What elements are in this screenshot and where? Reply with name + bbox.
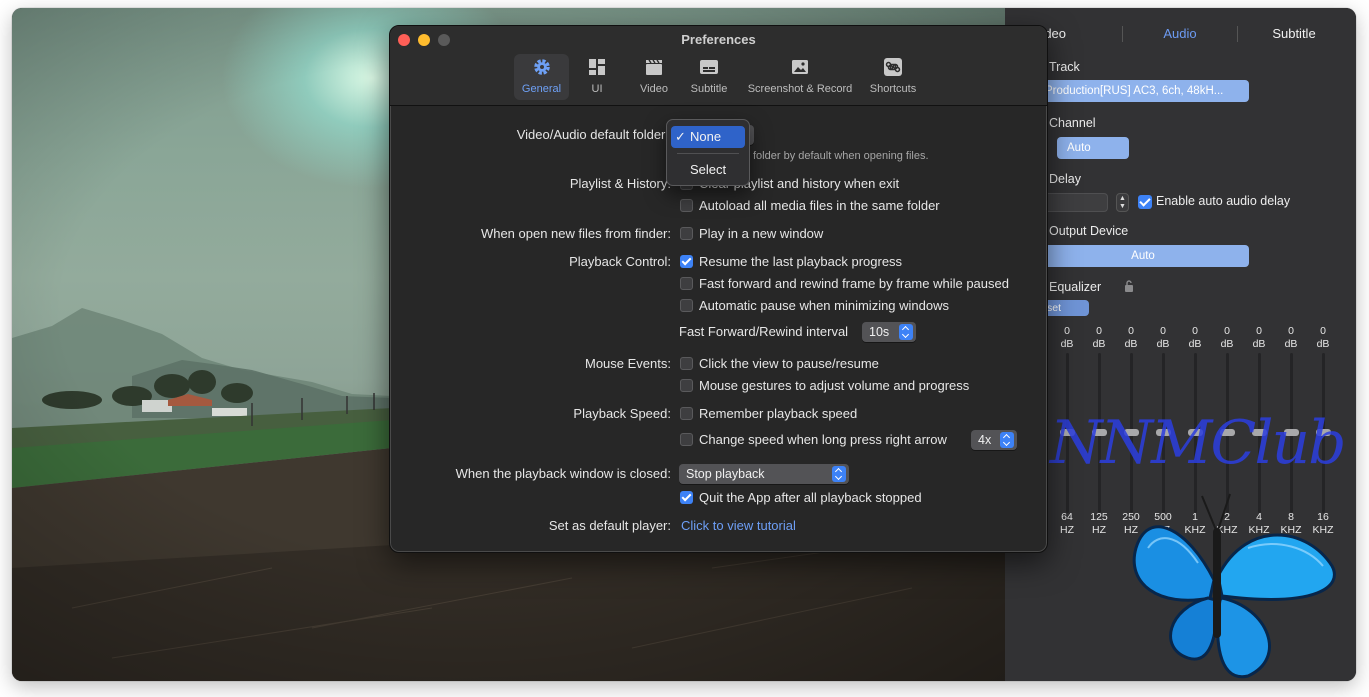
output-device-label: Output Device: [1049, 224, 1129, 238]
tab-shortcuts[interactable]: Shortcuts: [864, 54, 922, 100]
eq-gain-label: 0 dB: [1124, 325, 1138, 350]
remember-speed-checkbox[interactable]: [680, 407, 693, 420]
default-folder-hint: folder by default when opening files.: [753, 150, 929, 162]
auto-pause-checkbox[interactable]: [680, 299, 693, 312]
track-select[interactable]: Production[RUS] AC3, 6ch, 48kH...: [1037, 80, 1249, 102]
subtitle-icon: [700, 60, 718, 74]
eq-gain-label: 0 dB: [1284, 325, 1298, 350]
tab-ui[interactable]: UI: [582, 54, 612, 100]
tab-video[interactable]: Video: [634, 54, 674, 100]
eq-frequency-label: 125 HZ: [1090, 511, 1108, 536]
auto-pause-text: Automatic pause when minimizing windows: [699, 298, 950, 313]
tab-label: General: [521, 83, 562, 95]
autoload-checkbox[interactable]: [680, 199, 693, 212]
tab-label: Shortcuts: [869, 83, 917, 95]
speed-value: 4x: [978, 433, 992, 447]
mouse-gestures-checkbox[interactable]: [680, 379, 693, 392]
speed-select[interactable]: 4x: [971, 430, 1017, 450]
resume-text: Resume the last playback progress: [699, 254, 903, 269]
eq-frequency-label: 64 HZ: [1060, 511, 1074, 536]
new-window-checkbox[interactable]: [680, 227, 693, 240]
tab-subtitle[interactable]: Subtitle: [1238, 22, 1350, 46]
eq-gain-label: 0 dB: [1188, 325, 1202, 350]
window-closed-label: When the playback window is closed:: [455, 466, 671, 481]
tab-subtitle[interactable]: Subtitle: [686, 54, 732, 100]
delay-input[interactable]: [1041, 193, 1108, 212]
tab-general[interactable]: General: [514, 54, 569, 100]
ff-interval-label: Fast Forward/Rewind interval: [679, 324, 849, 339]
window-title: Preferences: [681, 32, 756, 47]
quit-app-text: Quit the App after all playback stopped: [699, 490, 922, 505]
mouse-gestures-text: Mouse gestures to adjust volume and prog…: [699, 378, 970, 393]
delay-label: Delay: [1049, 172, 1081, 186]
tab-label: Subtitle: [690, 83, 728, 95]
ff-interval-select[interactable]: 10s: [862, 322, 916, 342]
command-icon: [884, 58, 902, 76]
mouse-events-label: Mouse Events:: [585, 356, 671, 371]
chevron-updown-icon: [899, 324, 913, 340]
channel-label: Channel: [1049, 116, 1096, 130]
menu-item-label: None: [690, 129, 722, 144]
menu-separator: [677, 153, 739, 154]
playlist-history-label: Playlist & History:: [569, 176, 671, 191]
ff-interval-value: 10s: [869, 325, 890, 339]
frame-step-text: Fast forward and rewind frame by frame w…: [699, 276, 1009, 291]
layout-icon: [589, 59, 605, 75]
checkmark-icon: ✓: [675, 129, 686, 144]
preferences-window: Preferences General UI Video Subtitle Sc…: [389, 25, 1048, 553]
prefs-titlebar: Preferences General UI Video Subtitle Sc…: [390, 26, 1047, 106]
default-folder-menu: ✓ None Select: [666, 119, 750, 186]
menu-item-label: Select: [690, 162, 727, 177]
panel-tabs: Video Audio Subtitle: [1005, 22, 1356, 46]
chevron-updown-icon: [1000, 432, 1014, 448]
remember-speed-text: Remember playback speed: [699, 406, 858, 421]
watermark-text: NNMClub: [1050, 408, 1347, 478]
click-pause-checkbox[interactable]: [680, 357, 693, 370]
tab-screenshot-record[interactable]: Screenshot & Record: [742, 54, 858, 100]
long-press-speed-checkbox[interactable]: [680, 433, 693, 446]
eq-gain-label: 0 dB: [1316, 325, 1330, 350]
default-folder-label: Video/Audio default folder:: [516, 127, 669, 142]
output-device-select[interactable]: Auto: [1037, 245, 1249, 267]
tab-label: Video: [640, 83, 668, 95]
equalizer-label: Equalizer: [1049, 280, 1102, 294]
channel-select[interactable]: Auto: [1057, 137, 1129, 159]
eq-gain-label: 0 dB: [1092, 325, 1106, 350]
autoload-text: Autoload all media files in the same fol…: [699, 198, 940, 213]
chevron-updown-icon: [832, 466, 846, 482]
window-closed-value: Stop playback: [686, 467, 765, 481]
click-pause-text: Click the view to pause/resume: [699, 356, 879, 371]
clapperboard-icon: [646, 59, 662, 75]
long-press-speed-text: Change speed when long press right arrow: [699, 432, 947, 447]
tutorial-link[interactable]: Click to view tutorial: [681, 518, 796, 533]
playback-control-label: Playback Control:: [569, 254, 671, 269]
gear-icon: [533, 59, 550, 75]
auto-delay-checkbox[interactable]: [1138, 195, 1152, 209]
butterfly-logo: [1132, 493, 1336, 679]
track-label: Track: [1049, 60, 1080, 74]
eq-gain-label: 0 dB: [1060, 325, 1074, 350]
eq-gain-label: 0 dB: [1220, 325, 1234, 350]
eq-gain-label: 0 dB: [1156, 325, 1170, 350]
default-player-label: Set as default player:: [548, 518, 671, 533]
tab-label: Screenshot & Record: [747, 83, 853, 95]
tab-audio[interactable]: Audio: [1123, 22, 1237, 46]
delay-stepper[interactable]: ▲ ▼: [1116, 193, 1129, 212]
tab-label: UI: [591, 83, 603, 95]
finder-label: When open new files from finder:: [480, 226, 671, 241]
auto-delay-label: Enable auto audio delay: [1156, 194, 1291, 208]
playback-speed-label: Playback Speed:: [573, 406, 671, 421]
frame-step-checkbox[interactable]: [680, 277, 693, 290]
new-window-text: Play in a new window: [699, 226, 824, 241]
eq-gain-label: 0 dB: [1252, 325, 1266, 350]
image-icon: [792, 60, 808, 74]
quit-app-checkbox[interactable]: [680, 491, 693, 504]
lock-icon[interactable]: [1124, 280, 1134, 292]
window-closed-select[interactable]: Stop playback: [679, 464, 849, 484]
menu-item-select[interactable]: Select: [671, 159, 745, 181]
menu-item-none[interactable]: ✓ None: [671, 126, 745, 148]
resume-checkbox[interactable]: [680, 255, 693, 268]
